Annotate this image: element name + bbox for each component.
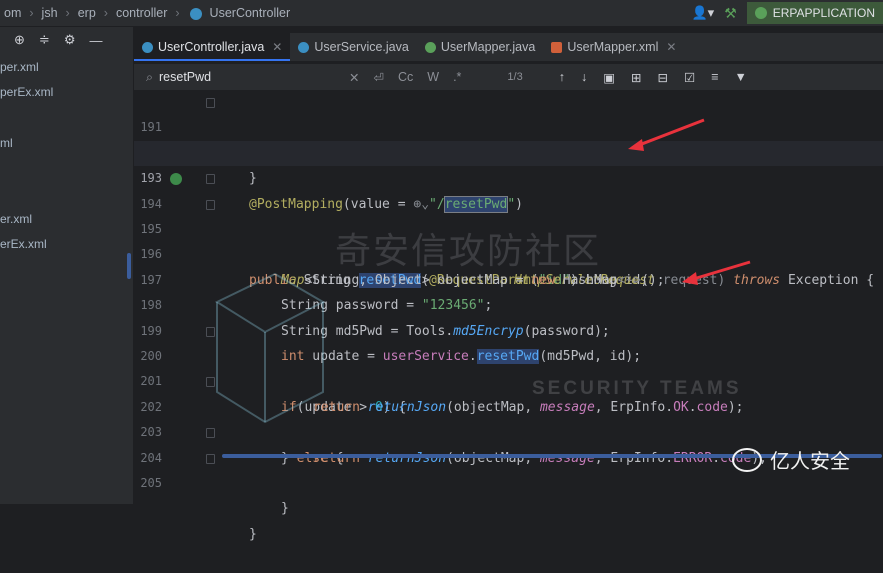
cube-watermark-icon: [214, 272, 326, 424]
chevron-right-icon: ›: [175, 6, 180, 20]
line-number: 205: [140, 476, 162, 490]
code-text: }: [249, 526, 257, 542]
watermark-text: 奇安信攻防社区: [335, 231, 602, 272]
brand-name: 亿人安全: [770, 449, 850, 473]
remove-caret-icon[interactable]: ⊟: [658, 70, 668, 85]
breadcrumb: om › jsh › erp › controller › UserContro…: [0, 0, 883, 27]
code-text: }: [281, 501, 289, 517]
close-icon[interactable]: ✕: [272, 40, 282, 54]
tab-label: UserController.java: [158, 40, 265, 54]
java-class-icon: [298, 41, 310, 53]
chevron-right-icon: ›: [65, 6, 70, 20]
endpoint-icon[interactable]: [170, 173, 182, 186]
scrollbar[interactable]: [127, 253, 131, 279]
fold-marker-icon[interactable]: [206, 199, 215, 210]
tab-userservice[interactable]: UserService.java: [290, 33, 416, 61]
breadcrumb-item[interactable]: erp: [74, 6, 100, 20]
match-case-toggle[interactable]: Cc: [398, 70, 413, 84]
whole-words-toggle[interactable]: W: [427, 70, 439, 84]
annotation-arrow: [628, 118, 705, 151]
search-icon[interactable]: ⌕: [146, 70, 153, 85]
minimize-icon[interactable]: —: [89, 33, 102, 48]
chevron-right-icon: ›: [103, 6, 108, 20]
tab-label: UserMapper.xml: [567, 40, 659, 54]
new-line-icon[interactable]: ⏎: [374, 70, 384, 85]
code-line: 191 }: [134, 90, 883, 186]
select-all-icon[interactable]: ▣: [603, 70, 615, 85]
xml-file-icon: [551, 41, 563, 53]
tab-usermapper-xml[interactable]: UserMapper.xml ✕: [543, 33, 684, 61]
project-file-item[interactable]: perEx.xml: [0, 85, 53, 99]
breadcrumb-item[interactable]: UserController: [206, 6, 295, 20]
code-line-current: 193 @PostMapping(value = ⊕⌄"/resetPwd"): [134, 140, 883, 213]
java-class-icon: [189, 8, 202, 20]
close-icon[interactable]: ✕: [666, 40, 676, 54]
project-file-item[interactable]: er.xml: [0, 212, 32, 226]
add-caret-icon[interactable]: ⊞: [631, 70, 641, 85]
brand-watermark: 亿人安全: [732, 445, 850, 474]
wechat-icon: [732, 447, 762, 472]
project-file-item[interactable]: erEx.xml: [0, 237, 47, 251]
filter-icon[interactable]: ▼: [735, 70, 747, 84]
editor-tabs: UserController.java ✕ UserService.java U…: [134, 33, 883, 61]
select-occurrences-icon[interactable]: ☑: [684, 70, 695, 85]
code-line: 195 HttpServletRequest request) throws E…: [134, 192, 883, 288]
clear-icon[interactable]: ✕: [349, 70, 359, 85]
hammer-icon[interactable]: ⚒: [724, 5, 737, 22]
code-line: 194 public String resetPwd(@RequestParam…: [134, 166, 883, 288]
project-panel: ⊕ ≑ ⚙ — per.xml perEx.xml ml er.xml erEx.xml: [0, 27, 134, 504]
match-count: 1/3: [507, 71, 523, 83]
spring-icon: [754, 7, 767, 19]
tab-label: UserService.java: [314, 40, 409, 54]
run-configuration-selector[interactable]: ERPAPPLICATION: [746, 2, 883, 24]
breadcrumb-item[interactable]: controller: [112, 6, 171, 20]
search-input[interactable]: resetPwd: [159, 70, 349, 84]
gear-icon[interactable]: ⚙: [64, 32, 76, 48]
user-icon[interactable]: 👤▾: [691, 5, 714, 21]
collapse-all-icon[interactable]: ≑: [39, 32, 50, 48]
fold-marker-icon[interactable]: [206, 174, 215, 185]
tab-usercontroller[interactable]: UserController.java ✕: [134, 33, 291, 61]
tab-label: UserMapper.java: [440, 40, 536, 54]
run-configuration-label: ERPAPPLICATION: [772, 6, 875, 20]
toolbar-right: 👤▾ ⚒ ERPAPPLICATION: [691, 0, 883, 26]
regex-toggle[interactable]: .*: [453, 70, 461, 84]
project-file-item[interactable]: ml: [0, 136, 13, 150]
annotation-arrow: [682, 260, 751, 285]
in-selection-icon[interactable]: ≡: [711, 70, 718, 84]
java-interface-icon: [424, 41, 436, 53]
project-file-item[interactable]: per.xml: [0, 60, 39, 74]
arrow-down-icon[interactable]: ↓: [581, 70, 587, 84]
breadcrumb-item[interactable]: om: [0, 6, 25, 20]
chevron-right-icon: ›: [29, 6, 34, 20]
arrow-up-icon[interactable]: ↑: [559, 70, 565, 84]
find-bar: ⌕ resetPwd ✕ ⏎ Cc W .* 1/3 ↑ ↓ ▣ ⊞ ⊟ ☑ ≡…: [134, 64, 883, 90]
tab-usermapper-java[interactable]: UserMapper.java: [417, 33, 544, 61]
watermark-subtitle: SECURITY TEAMS: [532, 378, 742, 399]
code-line: 192: [134, 115, 883, 160]
breadcrumb-item[interactable]: jsh: [38, 6, 62, 20]
project-toolbar: ⊕ ≑ ⚙ —: [0, 27, 133, 53]
crosshair-icon[interactable]: ⊕: [14, 32, 25, 48]
fold-marker-icon[interactable]: [206, 453, 215, 464]
fold-marker-icon[interactable]: [206, 98, 215, 108]
java-class-icon: [142, 41, 153, 53]
